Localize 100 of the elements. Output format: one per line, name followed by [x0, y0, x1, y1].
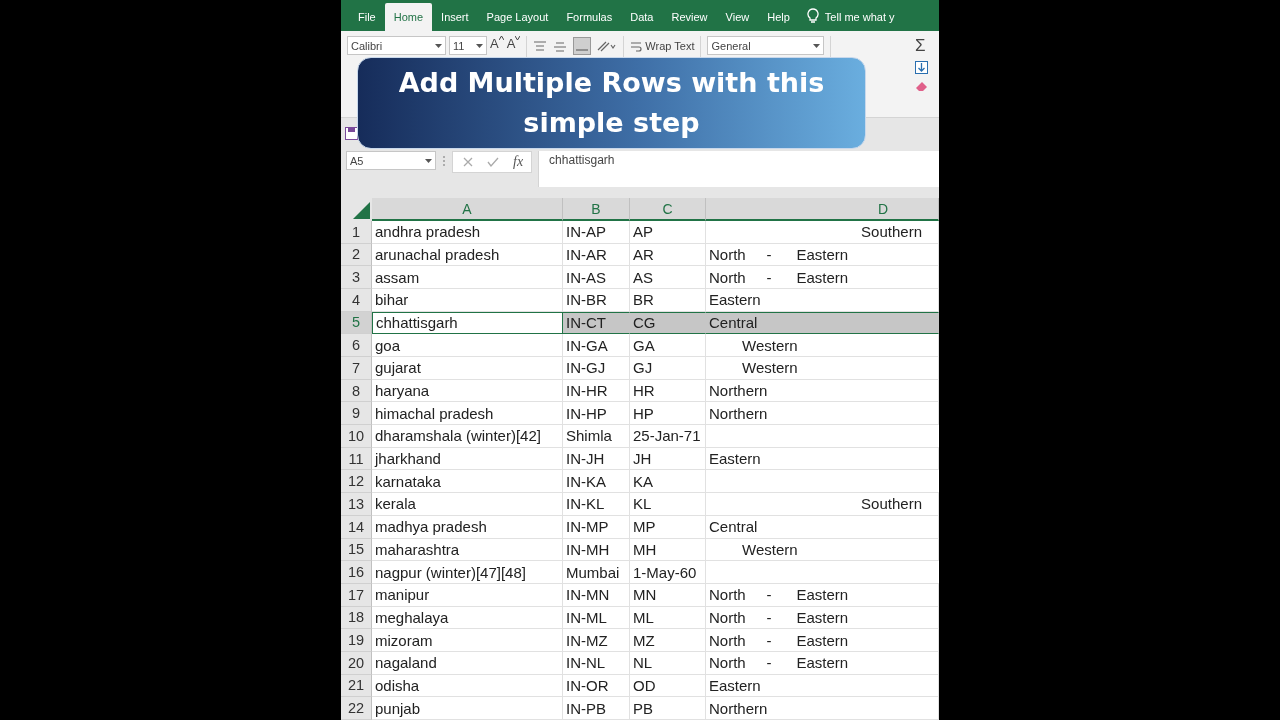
table-cell: HP	[630, 402, 706, 426]
row-header[interactable]: 19	[341, 629, 372, 652]
table-cell: GA	[630, 334, 706, 357]
table-cell: MN	[630, 583, 706, 607]
row-header[interactable]: 14	[341, 515, 372, 539]
title-banner: Add Multiple Rows with this simple step	[357, 57, 866, 149]
row-header[interactable]: 18	[341, 606, 372, 630]
table-cell: KL	[630, 493, 706, 516]
row-header[interactable]: 21	[341, 674, 372, 698]
table-cell: North - Eastern	[706, 629, 939, 652]
font-name-dropdown[interactable]: Calibri	[347, 36, 446, 56]
row-header[interactable]: 7	[341, 357, 372, 380]
row-header[interactable]: 12	[341, 470, 372, 494]
row-header[interactable]: 2	[341, 243, 372, 267]
table-cell: AR	[630, 243, 706, 267]
table-cell: madhya pradesh	[372, 515, 563, 539]
table-cell: Eastern	[706, 447, 939, 471]
ribbon-tab[interactable]: File	[349, 3, 385, 32]
table-cell: 1-May-60	[630, 561, 706, 584]
table-cell: odisha	[372, 674, 563, 698]
ribbon-tab[interactable]: Formulas	[557, 3, 622, 32]
table-cell: andhra pradesh	[372, 220, 563, 244]
table-cell: IN-ML	[563, 606, 630, 630]
table-cell: chhattisgarh	[372, 311, 563, 335]
table-cell: IN-JH	[563, 447, 630, 471]
ribbon-tab[interactable]: Home	[384, 3, 433, 32]
column-header[interactable]: A	[372, 198, 563, 221]
row-header[interactable]: 6	[341, 334, 372, 357]
table-cell: himachal pradesh	[372, 402, 563, 426]
table-cell: North - Eastern	[706, 266, 939, 289]
table-cell: 25-Jan-71	[630, 425, 706, 448]
row-header[interactable]: 3	[341, 266, 372, 289]
grow-font-button[interactable]: A	[490, 36, 504, 56]
table-cell: kerala	[372, 493, 563, 516]
table-cell: gujarat	[372, 357, 563, 380]
table-cell: mizoram	[372, 629, 563, 652]
table-cell: assam	[372, 266, 563, 289]
table-cell: IN-MH	[563, 538, 630, 562]
row-header[interactable]: 13	[341, 493, 372, 516]
ribbon-tab[interactable]: Help	[758, 3, 799, 32]
ribbon-tab[interactable]: Page Layout	[477, 3, 558, 32]
row-header[interactable]: 16	[341, 561, 372, 584]
number-format-dropdown[interactable]: General	[707, 36, 825, 56]
ribbon-tab[interactable]: Data	[621, 3, 663, 32]
row-header[interactable]: 8	[341, 379, 372, 403]
table-cell: Southern	[706, 220, 939, 244]
table-cell: IN-KL	[563, 493, 630, 516]
column-header[interactable]: D	[706, 198, 939, 221]
ribbon-tab[interactable]: Insert	[432, 3, 478, 32]
ribbon-tab[interactable]: Review	[662, 3, 717, 32]
table-cell: Western	[706, 538, 939, 562]
row-header[interactable]: 9	[341, 402, 372, 426]
row-header[interactable]: 17	[341, 583, 372, 607]
table-cell: AS	[630, 266, 706, 289]
table-cell: IN-HP	[563, 402, 630, 426]
table-cell: JH	[630, 447, 706, 471]
table-cell: meghalaya	[372, 606, 563, 630]
table-cell: IN-BR	[563, 288, 630, 312]
table-cell: bihar	[372, 288, 563, 312]
row-header[interactable]: 1	[341, 220, 372, 244]
table-cell: IN-MP	[563, 515, 630, 539]
table-cell: haryana	[372, 379, 563, 403]
row-header[interactable]: 10	[341, 425, 372, 448]
table-cell: ML	[630, 606, 706, 630]
wrap-text-button[interactable]: Wrap Text	[630, 36, 695, 56]
column-header[interactable]: B	[563, 198, 630, 221]
table-cell: manipur	[372, 583, 563, 607]
row-header[interactable]: 5	[341, 311, 372, 335]
table-cell: IN-AR	[563, 243, 630, 267]
tell-me-search[interactable]: Tell me what y	[824, 11, 895, 24]
table-cell: IN-CT	[563, 311, 630, 335]
table-cell: IN-HR	[563, 379, 630, 403]
table-cell: IN-PB	[563, 697, 630, 720]
table-cell: North - Eastern	[706, 583, 939, 607]
shrink-font-button[interactable]: A	[506, 36, 521, 56]
table-cell: Western	[706, 334, 939, 357]
column-header[interactable]: C	[630, 198, 706, 221]
table-cell: maharashtra	[372, 538, 563, 562]
table-cell: MH	[630, 538, 706, 562]
table-cell: Eastern	[706, 674, 939, 698]
table-cell: AP	[630, 220, 706, 244]
table-cell: jharkhand	[372, 447, 563, 471]
row-header[interactable]: 20	[341, 651, 372, 675]
name-box[interactable]: A5	[346, 151, 436, 171]
table-cell: IN-AP	[563, 220, 630, 244]
table-cell: Western	[706, 357, 939, 380]
row-header[interactable]: 4	[341, 288, 372, 312]
insert-function-button[interactable]: fx	[513, 154, 524, 171]
table-cell: KA	[630, 470, 706, 494]
table-cell: IN-NL	[563, 651, 630, 675]
formula-field[interactable]: chhattisgarh	[538, 151, 939, 188]
table-cell: BR	[630, 288, 706, 312]
ribbon-tab[interactable]: View	[716, 3, 759, 32]
font-size-dropdown[interactable]: 11	[449, 36, 487, 56]
row-header[interactable]: 15	[341, 538, 372, 562]
table-cell: NL	[630, 651, 706, 675]
row-header[interactable]: 11	[341, 447, 372, 471]
row-header[interactable]: 22	[341, 697, 372, 720]
table-cell: punjab	[372, 697, 563, 720]
autosum-button[interactable]: Σ	[915, 36, 929, 56]
